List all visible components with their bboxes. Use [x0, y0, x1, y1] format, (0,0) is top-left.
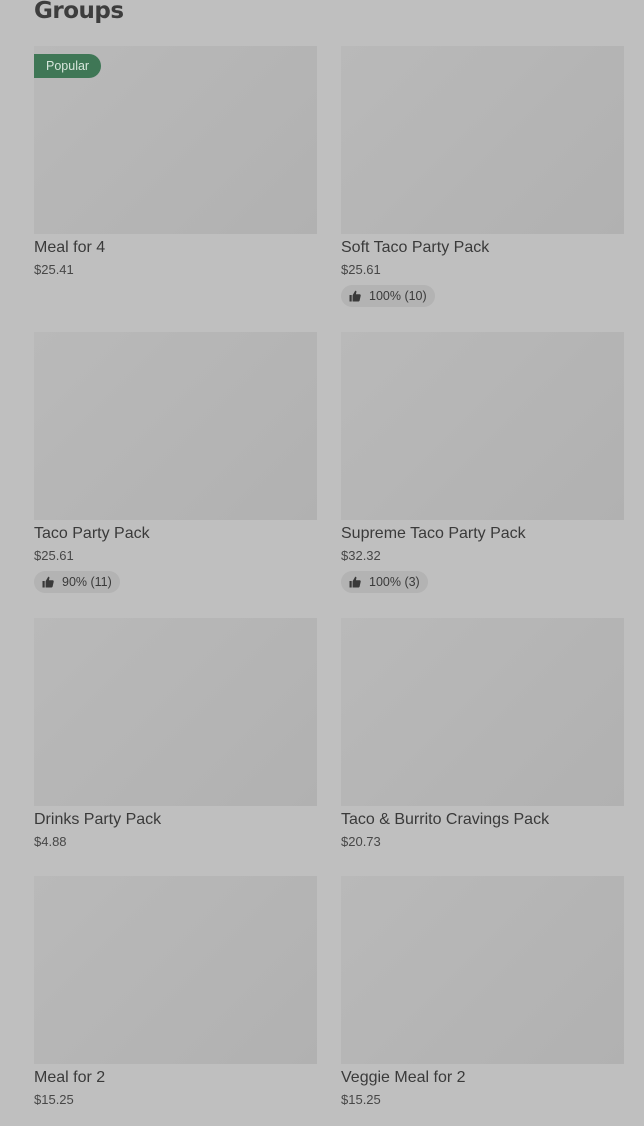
item-image[interactable] — [34, 618, 317, 806]
item-name[interactable]: Supreme Taco Party Pack — [341, 525, 624, 543]
item-image[interactable] — [341, 618, 624, 806]
item-image[interactable] — [34, 332, 317, 520]
menu-item-card[interactable]: Taco & Burrito Cravings Pack $20.73 — [341, 618, 624, 850]
item-price: $20.73 — [341, 834, 381, 849]
item-name[interactable]: Taco & Burrito Cravings Pack — [341, 811, 624, 829]
item-price: $25.61 — [341, 262, 381, 277]
item-price: $15.25 — [34, 1092, 74, 1107]
item-price: $4.88 — [34, 834, 67, 849]
item-image[interactable] — [34, 876, 317, 1064]
thumbs-up-icon — [349, 576, 361, 588]
item-name[interactable]: Veggie Meal for 2 — [341, 1069, 624, 1087]
item-name[interactable]: Meal for 2 — [34, 1069, 317, 1087]
item-price: $15.25 — [341, 1092, 381, 1107]
menu-item-card[interactable]: Popular Meal for 4 $25.41 — [34, 46, 317, 278]
thumbs-up-icon — [349, 290, 361, 302]
rating-text: 90% (11) — [62, 575, 112, 589]
menu-item-card[interactable]: Supreme Taco Party Pack $32.32 100% (3) — [341, 332, 624, 593]
item-name[interactable]: Meal for 4 — [34, 239, 317, 257]
section-title: Groups — [34, 0, 124, 24]
item-price: $25.61 — [34, 548, 74, 563]
rating-badge: 90% (11) — [34, 571, 120, 593]
rating-text: 100% (10) — [369, 289, 427, 303]
rating-badge: 100% (10) — [341, 285, 435, 307]
item-price: $25.41 — [34, 262, 74, 277]
item-image[interactable] — [341, 46, 624, 234]
menu-item-card[interactable]: Meal for 2 $15.25 — [34, 876, 317, 1108]
thumbs-up-icon — [42, 576, 54, 588]
menu-item-card[interactable]: Soft Taco Party Pack $25.61 100% (10) — [341, 46, 624, 307]
menu-item-card[interactable]: Drinks Party Pack $4.88 — [34, 618, 317, 850]
item-name[interactable]: Soft Taco Party Pack — [341, 239, 624, 257]
popular-badge: Popular — [34, 54, 102, 78]
item-name[interactable]: Taco Party Pack — [34, 525, 317, 543]
rating-badge: 100% (3) — [341, 571, 428, 593]
rating-text: 100% (3) — [369, 575, 420, 589]
menu-item-card[interactable]: Veggie Meal for 2 $15.25 — [341, 876, 624, 1108]
item-price: $32.32 — [341, 548, 381, 563]
item-name[interactable]: Drinks Party Pack — [34, 811, 317, 829]
menu-item-card[interactable]: Taco Party Pack $25.61 90% (11) — [34, 332, 317, 593]
item-image[interactable]: Popular — [34, 46, 317, 234]
item-image[interactable] — [341, 332, 624, 520]
item-image[interactable] — [341, 876, 624, 1064]
